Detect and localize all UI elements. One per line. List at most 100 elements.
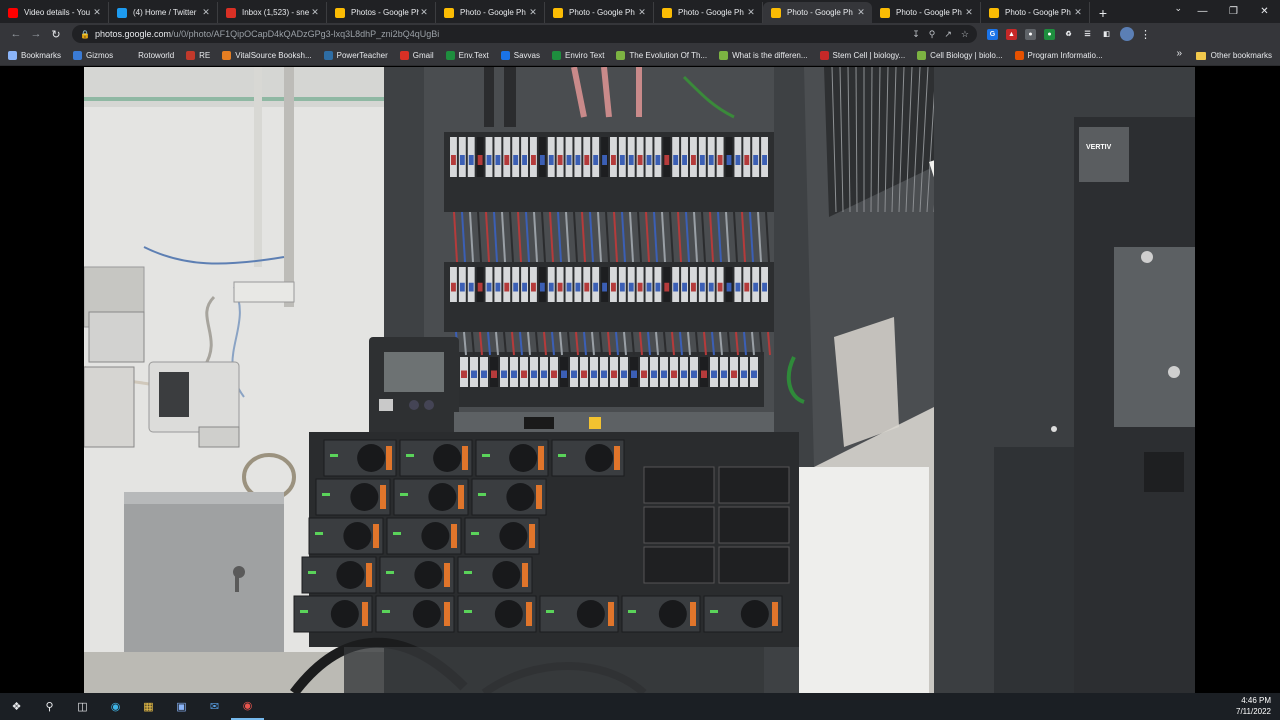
- browser-tab[interactable]: (4) Home / Twitter ✕: [109, 2, 218, 23]
- store-icon[interactable]: ▣: [165, 693, 198, 720]
- fan-icon: [506, 483, 535, 511]
- bookmark-item[interactable]: Rotoworld: [125, 50, 174, 60]
- bookmark-label: Enviro Text: [564, 50, 605, 60]
- close-tab-icon[interactable]: ✕: [201, 7, 211, 18]
- fan-icon: [576, 600, 605, 628]
- browser-tab[interactable]: Photo - Google Ph ✕: [981, 2, 1090, 23]
- close-window-icon[interactable]: ✕: [1249, 0, 1280, 23]
- extensions-puzzle-icon[interactable]: ♻: [1063, 29, 1074, 40]
- breaker-terminal: [762, 155, 767, 165]
- bookmark-star-icon[interactable]: ☆: [961, 29, 969, 40]
- handle: [373, 524, 379, 548]
- address-bar[interactable]: 🔒 photos.google.com /u/0/photo/AF1QipOCa…: [72, 25, 977, 43]
- browser-tab[interactable]: Inbox (1,523) - sne ✕: [218, 2, 327, 23]
- fan-icon: [343, 522, 372, 550]
- breaker-terminal: [681, 370, 687, 378]
- breaker-terminal: [495, 155, 501, 165]
- restore-icon[interactable]: ❐: [1218, 0, 1249, 23]
- download-icon[interactable]: ↧: [912, 29, 920, 40]
- profile-avatar[interactable]: [1120, 27, 1134, 41]
- browser-tab[interactable]: Video details - You ✕: [0, 2, 109, 23]
- handle: [529, 524, 535, 548]
- breaker-terminal: [513, 282, 519, 292]
- bookmark-item[interactable]: Cell Biology | biolo...: [917, 50, 1003, 60]
- extension-icon[interactable]: ▲: [1006, 28, 1017, 40]
- bookmark-item[interactable]: Gizmos: [73, 50, 113, 60]
- browser-tab[interactable]: Photo - Google Ph ✕: [654, 2, 763, 23]
- leaf-icon: [917, 50, 927, 60]
- status-led: [308, 571, 316, 574]
- bookmark-item[interactable]: Savvas: [500, 50, 540, 60]
- close-tab-icon[interactable]: ✕: [1073, 7, 1083, 18]
- chrome-icon[interactable]: ◉: [231, 693, 264, 720]
- equipment-photo[interactable]: ALL USER INSTRUCTIONS AND MANUALS ARE AV…: [84, 67, 1195, 693]
- bookmark-item[interactable]: PowerTeacher: [323, 50, 388, 60]
- breaker-terminal: [575, 155, 581, 165]
- breaker-terminal: [557, 155, 563, 165]
- close-tab-icon[interactable]: ✕: [856, 7, 866, 18]
- tab-search-icon[interactable]: ⌄: [1174, 3, 1182, 14]
- gizmos-icon: [73, 50, 83, 60]
- bookmark-item[interactable]: VitalSource Booksh...: [222, 50, 312, 60]
- close-tab-icon[interactable]: ✕: [310, 7, 320, 18]
- breaker-terminal: [691, 370, 697, 378]
- browser-tab[interactable]: Photo - Google Ph ✕: [763, 2, 872, 23]
- menu-icon[interactable]: ⋮: [1140, 28, 1151, 41]
- extension-icon[interactable]: ●: [1044, 28, 1055, 40]
- side-panel-icon[interactable]: ◧: [1101, 29, 1112, 40]
- forward-button[interactable]: →: [26, 25, 46, 43]
- bookmark-item[interactable]: Program Informatio...: [1014, 50, 1103, 60]
- back-button[interactable]: ←: [6, 25, 26, 43]
- fan-icon: [336, 561, 365, 589]
- extension-icon[interactable]: ●: [1025, 28, 1036, 40]
- media-icon[interactable]: ☰: [1082, 29, 1093, 40]
- bookmark-item[interactable]: Bookmarks: [8, 50, 61, 60]
- drive-icon: [551, 50, 561, 60]
- windows-start-icon[interactable]: ❖: [0, 693, 33, 720]
- edge-icon[interactable]: ◉: [99, 693, 132, 720]
- mail-icon[interactable]: ✉: [198, 693, 231, 720]
- fan-icon: [509, 444, 538, 472]
- browser-tab[interactable]: Photos - Google Ph ✕: [327, 2, 436, 23]
- browser-tab[interactable]: Photo - Google Ph ✕: [545, 2, 654, 23]
- handle: [772, 602, 778, 626]
- bookmark-item[interactable]: RE: [186, 50, 210, 60]
- new-tab-button[interactable]: +: [1090, 2, 1116, 23]
- bookmark-item[interactable]: What is the differen...: [719, 50, 808, 60]
- handle: [362, 602, 368, 626]
- breaker-terminal: [628, 282, 634, 292]
- close-tab-icon[interactable]: ✕: [964, 7, 974, 18]
- breaker-terminal: [726, 282, 732, 292]
- breaker-terminal: [486, 155, 492, 165]
- breaker-terminal: [571, 370, 577, 378]
- reload-button[interactable]: ↻: [46, 25, 66, 43]
- handle: [444, 602, 450, 626]
- share-icon[interactable]: ↗: [944, 29, 952, 40]
- handle: [522, 563, 528, 587]
- cabinet-brand-label: VERTIV: [1086, 144, 1112, 151]
- close-tab-icon[interactable]: ✕: [746, 7, 756, 18]
- system-clock[interactable]: 4:46 PM 7/11/2022: [1236, 695, 1271, 717]
- other-bookmarks[interactable]: Other bookmarks: [1195, 45, 1272, 66]
- bookmark-item[interactable]: The Evolution Of Th...: [616, 50, 707, 60]
- handle: [462, 446, 468, 470]
- bookmark-item[interactable]: Env.Text: [445, 50, 489, 60]
- extension-icon[interactable]: G: [987, 28, 998, 40]
- close-tab-icon[interactable]: ✕: [637, 7, 647, 18]
- close-tab-icon[interactable]: ✕: [419, 7, 429, 18]
- breaker-terminal: [522, 155, 527, 165]
- close-tab-icon[interactable]: ✕: [528, 7, 538, 18]
- bookmark-item[interactable]: Enviro Text: [551, 50, 605, 60]
- bookmark-item[interactable]: Gmail: [399, 50, 434, 60]
- search-icon[interactable]: ⚲: [33, 693, 66, 720]
- bookmark-item[interactable]: Stem Cell | biology...: [819, 50, 905, 60]
- close-tab-icon[interactable]: ✕: [92, 7, 102, 18]
- task-view-icon[interactable]: ◫: [66, 693, 99, 720]
- browser-tab[interactable]: Photo - Google Ph ✕: [436, 2, 545, 23]
- browser-tab[interactable]: Photo - Google Ph ✕: [872, 2, 981, 23]
- zoom-icon[interactable]: ⚲: [929, 29, 936, 40]
- file-explorer-icon[interactable]: ▦: [132, 693, 165, 720]
- breaker-terminal: [468, 155, 474, 165]
- minimize-icon[interactable]: —: [1187, 0, 1218, 23]
- more-bookmarks-icon[interactable]: »: [1176, 48, 1182, 59]
